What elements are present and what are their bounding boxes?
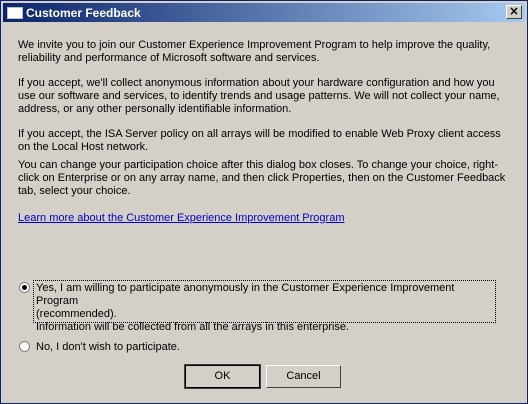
yes-option-line2: (recommended). bbox=[36, 308, 117, 320]
policy-paragraph: If you accept, the ISA Server policy on … bbox=[18, 128, 501, 153]
window-icon bbox=[7, 7, 23, 19]
learn-more-link[interactable]: Learn more about the Customer Experience… bbox=[18, 212, 345, 224]
yes-option-line1: Yes, I am willing to participate anonymo… bbox=[36, 282, 455, 307]
no-radio-button[interactable] bbox=[19, 341, 30, 352]
cancel-button[interactable]: Cancel bbox=[266, 365, 341, 388]
no-option-label[interactable]: No, I don't wish to participate. bbox=[36, 341, 180, 354]
yes-option-line3: Information will be collected from all t… bbox=[36, 321, 350, 333]
close-button[interactable]: × bbox=[506, 4, 522, 19]
yes-option-label[interactable]: Yes, I am willing to participate anonymo… bbox=[36, 282, 496, 334]
yes-radio-button[interactable] bbox=[19, 282, 30, 293]
close-icon: × bbox=[508, 4, 520, 18]
ok-button[interactable]: OK bbox=[184, 364, 261, 389]
dialog-body: We invite you to join our Customer Exper… bbox=[18, 39, 513, 237]
window-title: Customer Feedback bbox=[26, 6, 141, 20]
intro-paragraph: We invite you to join our Customer Exper… bbox=[18, 39, 491, 64]
title-bar[interactable]: Customer Feedback × bbox=[3, 3, 525, 22]
data-collection-paragraph: If you accept, we'll collect anonymous i… bbox=[18, 77, 500, 115]
customer-feedback-dialog: Customer Feedback × We invite you to joi… bbox=[0, 0, 528, 404]
change-choice-paragraph: You can change your participation choice… bbox=[18, 159, 506, 197]
